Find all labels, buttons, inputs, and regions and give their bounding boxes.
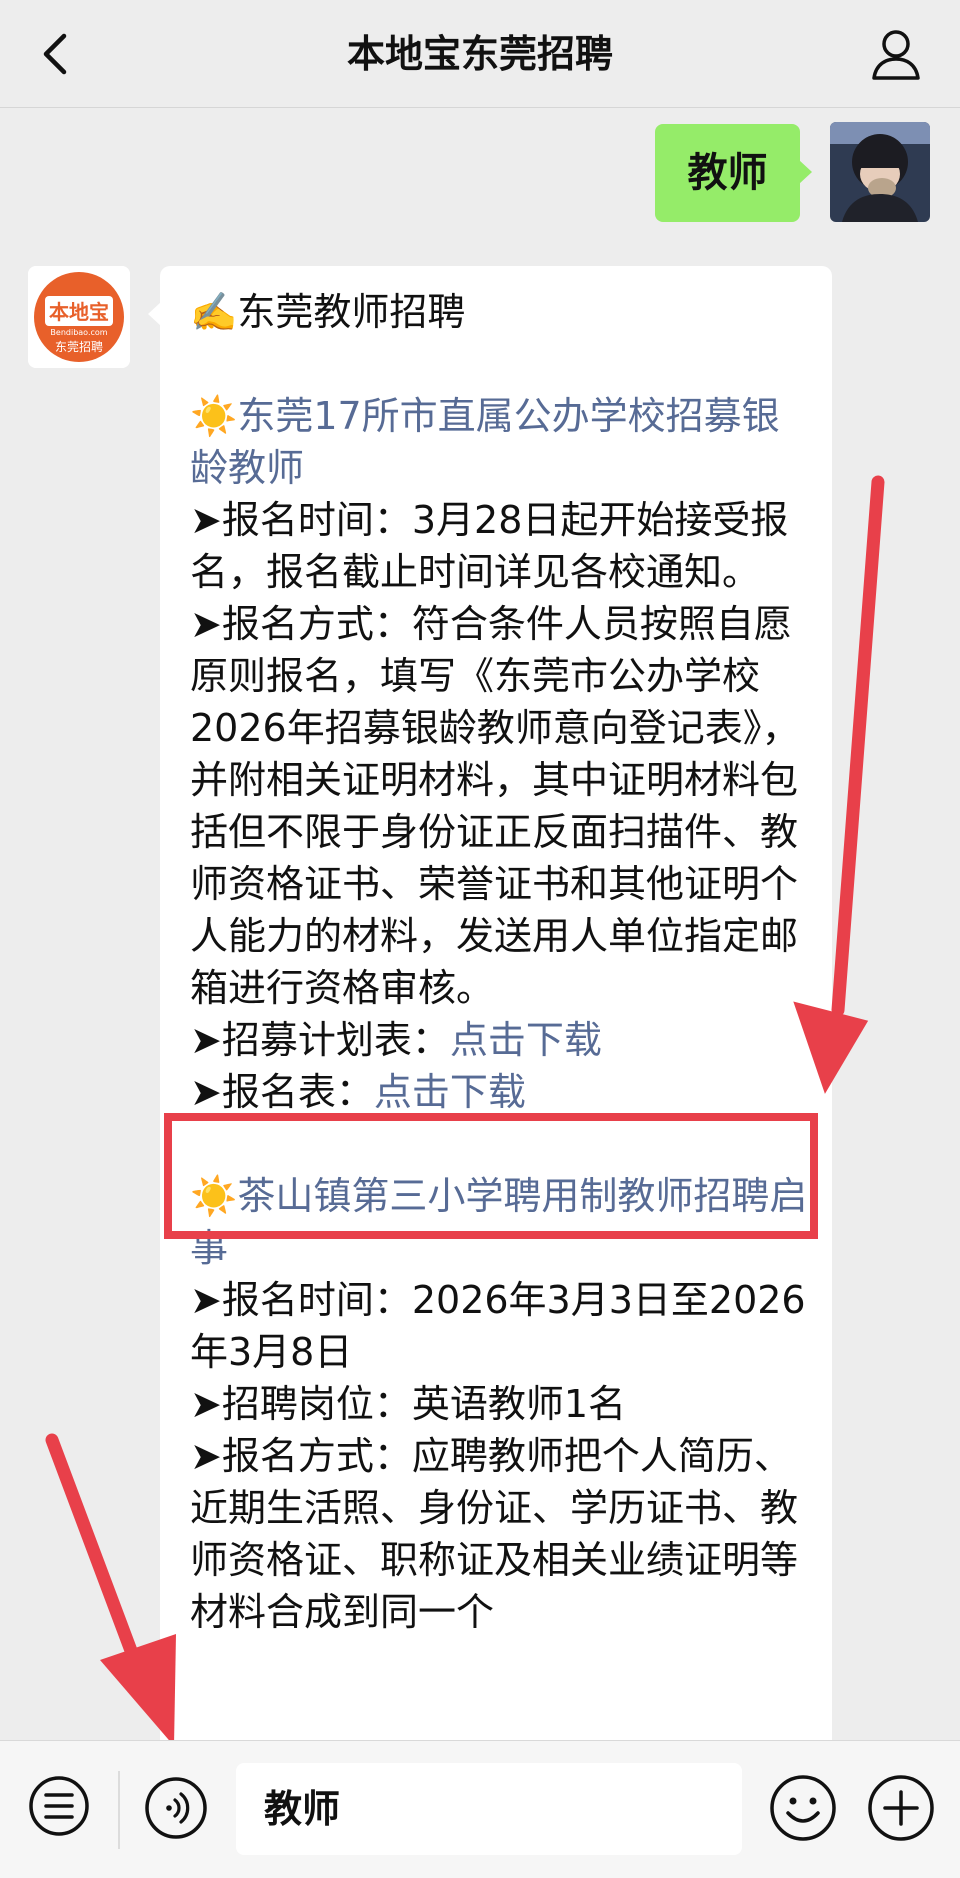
sun-icon: ☀️: [190, 1174, 238, 1218]
download-link[interactable]: 点击下载: [450, 1018, 602, 1062]
list-item: ➤报名时间：2026年3月3日至2026年3月8日: [190, 1278, 806, 1374]
chat-header: 本地宝东莞招聘: [0, 0, 960, 108]
smiley-icon: [770, 1775, 836, 1841]
arrow-bullet-icon: ➤: [190, 1070, 222, 1114]
download-link[interactable]: 点击下载: [374, 1070, 526, 1114]
writing-hand-icon: ✍️: [190, 290, 238, 334]
arrow-bullet-icon: ➤: [190, 1278, 222, 1322]
section-title[interactable]: ☀️茶山镇第三小学聘用制教师招聘启事: [190, 1170, 808, 1274]
download-row: ➤招募计划表：点击下载: [190, 1018, 602, 1062]
svg-text:Bendibao.com: Bendibao.com: [50, 328, 107, 337]
arrow-bullet-icon: ➤: [190, 1018, 222, 1062]
arrow-bullet-icon: ➤: [190, 498, 222, 542]
outgoing-message-bubble[interactable]: 教师: [655, 124, 812, 222]
user-icon: [872, 30, 920, 80]
profile-button[interactable]: [866, 24, 926, 84]
voice-icon: [145, 1777, 207, 1839]
message-heading: ✍️东莞教师招聘: [190, 290, 466, 334]
menu-list-icon: [29, 1776, 89, 1836]
arrow-bullet-icon: ➤: [190, 602, 222, 646]
annotation-arrow-left: [45, 1433, 176, 1746]
download-row: ➤报名表：点击下载: [190, 1070, 526, 1114]
article-link[interactable]: 东莞17所市直属公办学校招募银龄教师: [190, 394, 780, 490]
official-account-avatar[interactable]: 本地宝 Bendibao.com 东莞招聘: [28, 266, 130, 368]
message-input[interactable]: 教师: [236, 1763, 742, 1855]
emoji-button[interactable]: [768, 1773, 838, 1843]
list-item: ➤报名方式：符合条件人员按照自愿原则报名，填写《东莞市公办学校2026年招募银龄…: [190, 602, 800, 1010]
sun-icon: ☀️: [190, 394, 238, 438]
list-item: ➤招聘岗位：英语教师1名: [190, 1382, 627, 1426]
back-button[interactable]: [30, 26, 86, 82]
arrow-bullet-icon: ➤: [190, 1382, 222, 1426]
svg-text:东莞招聘: 东莞招聘: [55, 340, 103, 354]
svg-text:本地宝: 本地宝: [49, 300, 109, 324]
toolbar-divider: [118, 1771, 120, 1849]
section-title[interactable]: ☀️东莞17所市直属公办学校招募银龄教师: [190, 390, 808, 494]
voice-button[interactable]: [143, 1775, 209, 1841]
chat-title: 本地宝东莞招聘: [346, 32, 613, 76]
user-photo: [830, 122, 930, 222]
incoming-message-content: ✍️东莞教师招聘 ☀️东莞17所市直属公办学校招募银龄教师 ➤报名时间：3月28…: [190, 286, 808, 1638]
list-item: ➤报名时间：3月28日起开始接受报名，报名截止时间详见各校通知。: [190, 498, 789, 594]
chat-input-bar: 教师: [0, 1740, 960, 1878]
bendibao-logo: 本地宝 Bendibao.com 东莞招聘: [28, 266, 130, 368]
list-item: ➤报名方式：应聘教师把个人简历、近期生活照、身份证、学历证书、教师资格证、职称证…: [190, 1434, 799, 1634]
chevron-left-icon: [43, 33, 67, 75]
plus-circle-icon: [868, 1775, 934, 1841]
menu-toggle-button[interactable]: [26, 1775, 92, 1841]
outgoing-message-text: 教师: [687, 150, 768, 196]
user-avatar[interactable]: [830, 122, 930, 222]
arrow-bullet-icon: ➤: [190, 1434, 222, 1478]
more-button[interactable]: [866, 1773, 936, 1843]
article-link[interactable]: 茶山镇第三小学聘用制教师招聘启事: [190, 1174, 807, 1270]
